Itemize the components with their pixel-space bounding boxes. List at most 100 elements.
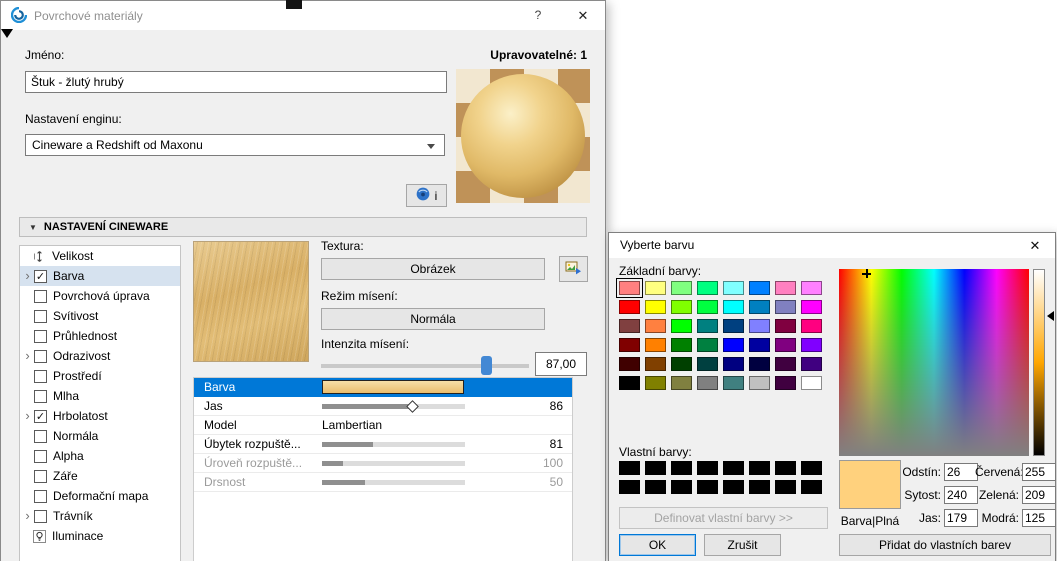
property-row-drsnost[interactable]: Drsnost 50 (194, 473, 572, 492)
basic-color-swatch[interactable] (645, 376, 666, 390)
cancel-button[interactable]: Zrušit (704, 534, 781, 556)
color-dialog-title-bar[interactable]: Vyberte barvu ✕ (609, 233, 1055, 258)
tree-item-svítivost[interactable]: Svítivost (20, 306, 180, 326)
basic-color-swatch[interactable] (749, 357, 770, 371)
basic-color-swatch[interactable] (619, 319, 640, 333)
basic-color-swatch[interactable] (697, 281, 718, 295)
checkbox-povrchová-úprava[interactable] (34, 289, 47, 303)
basic-color-swatch[interactable] (801, 281, 822, 295)
basic-color-swatch[interactable] (645, 357, 666, 371)
basic-color-swatch[interactable] (775, 338, 796, 352)
tree-item-hrbolatost[interactable]: › ✓ Hrbolatost (20, 406, 180, 426)
custom-color-swatch[interactable] (645, 461, 666, 475)
hue-saturation-field[interactable] (839, 269, 1029, 456)
basic-color-swatch[interactable] (775, 300, 796, 314)
ok-button[interactable]: OK (619, 534, 696, 556)
custom-color-swatch[interactable] (697, 461, 718, 475)
basic-color-swatch[interactable] (671, 300, 692, 314)
intensity-slider-track[interactable] (321, 364, 529, 368)
basic-color-swatch[interactable] (775, 319, 796, 333)
basic-color-swatch[interactable] (697, 357, 718, 371)
basic-color-swatch[interactable] (775, 357, 796, 371)
checkbox-odrazivost[interactable] (34, 349, 47, 363)
custom-color-swatch[interactable] (723, 480, 744, 494)
rgb-červená-input[interactable] (1022, 462, 1056, 481)
basic-color-swatch[interactable] (619, 376, 640, 390)
tree-item-prostředí[interactable]: Prostředí (20, 366, 180, 386)
checkbox-normála[interactable] (34, 429, 47, 443)
texture-image-button[interactable]: Obrázek (321, 258, 545, 280)
basic-color-swatch[interactable] (723, 319, 744, 333)
custom-color-swatch[interactable] (723, 461, 744, 475)
basic-color-swatch[interactable] (616, 278, 643, 298)
close-button[interactable]: ✕ (561, 1, 605, 30)
custom-color-swatch[interactable] (697, 480, 718, 494)
basic-color-swatch[interactable] (723, 338, 744, 352)
checkbox-průhlednost[interactable] (34, 329, 47, 343)
slider-track[interactable] (322, 460, 465, 466)
section-header-cineware[interactable]: NASTAVENÍ CINEWARE (19, 217, 587, 237)
custom-color-swatch[interactable] (801, 461, 822, 475)
tree-item-průhlednost[interactable]: Průhlednost (20, 326, 180, 346)
checkbox-hrbolatost[interactable]: ✓ (34, 409, 47, 423)
hsl-sytost-input[interactable] (944, 485, 978, 504)
basic-color-swatch[interactable] (775, 376, 796, 390)
custom-color-swatch[interactable] (645, 480, 666, 494)
custom-color-swatch[interactable] (671, 461, 692, 475)
intensity-value-field[interactable]: 87,00 (535, 352, 587, 376)
material-name-input[interactable] (25, 71, 447, 93)
tree-item-mlha[interactable]: Mlha (20, 386, 180, 406)
basic-color-swatch[interactable] (801, 376, 822, 390)
custom-color-swatch[interactable] (749, 461, 770, 475)
basic-color-swatch[interactable] (671, 281, 692, 295)
intensity-slider[interactable] (321, 355, 529, 377)
checkbox-záře[interactable] (34, 469, 47, 483)
basic-color-swatch[interactable] (801, 300, 822, 314)
hsl-jas-input[interactable] (944, 508, 978, 527)
tree-item-odrazivost[interactable]: › Odrazivost (20, 346, 180, 366)
define-custom-colors-button[interactable]: Definovat vlastní barvy >> (619, 507, 828, 529)
property-row-úroveň-rozpuště[interactable]: Úroveň rozpuště... 100 (194, 454, 572, 473)
hsl-odstín-input[interactable] (944, 462, 978, 481)
rgb-zelená-input[interactable] (1022, 485, 1056, 504)
basic-color-swatch[interactable] (801, 357, 822, 371)
basic-color-swatch[interactable] (697, 319, 718, 333)
texture-options-button[interactable] (559, 256, 588, 282)
checkbox-barva[interactable]: ✓ (34, 269, 47, 283)
slider-track[interactable] (322, 441, 465, 447)
checkbox-alpha[interactable] (34, 449, 47, 463)
basic-color-swatch[interactable] (671, 338, 692, 352)
basic-color-swatch[interactable] (619, 300, 640, 314)
basic-color-swatch[interactable] (723, 281, 744, 295)
tree-item-velikost[interactable]: Velikost (20, 246, 180, 266)
slider-track[interactable] (322, 399, 465, 413)
basic-color-swatch[interactable] (723, 357, 744, 371)
basic-color-swatch[interactable] (749, 338, 770, 352)
basic-color-swatch[interactable] (645, 300, 666, 314)
tree-item-povrchová-úprava[interactable]: Povrchová úprava (20, 286, 180, 306)
expand-chevron-icon[interactable]: › (22, 407, 33, 425)
luminance-arrow-icon[interactable] (1047, 311, 1054, 322)
basic-color-swatch[interactable] (671, 357, 692, 371)
intensity-slider-handle[interactable] (481, 356, 493, 375)
basic-color-swatch[interactable] (801, 319, 822, 333)
slider-track[interactable] (322, 479, 465, 485)
tree-item-alpha[interactable]: Alpha (20, 446, 180, 466)
property-row-jas[interactable]: Jas 86 (194, 397, 572, 416)
add-to-custom-colors-button[interactable]: Přidat do vlastních barev (839, 534, 1051, 556)
tree-item-záře[interactable]: Záře (20, 466, 180, 486)
tree-item-normála[interactable]: Normála (20, 426, 180, 446)
blend-mode-button[interactable]: Normála (321, 308, 545, 330)
basic-color-swatch[interactable] (645, 319, 666, 333)
property-row-model[interactable]: Model Lambertian (194, 416, 572, 435)
property-row-barva[interactable]: Barva (194, 378, 572, 397)
custom-color-swatch[interactable] (749, 480, 770, 494)
cineware-info-button[interactable]: i (406, 184, 447, 207)
basic-color-swatch[interactable] (801, 338, 822, 352)
color-dialog-close-button[interactable]: ✕ (1015, 233, 1055, 258)
basic-color-swatch[interactable] (749, 319, 770, 333)
hue-sat-marker-icon[interactable] (861, 269, 871, 278)
luminance-bar[interactable] (1033, 269, 1045, 456)
checkbox-svítivost[interactable] (34, 309, 47, 323)
checkbox-mlha[interactable] (34, 389, 47, 403)
